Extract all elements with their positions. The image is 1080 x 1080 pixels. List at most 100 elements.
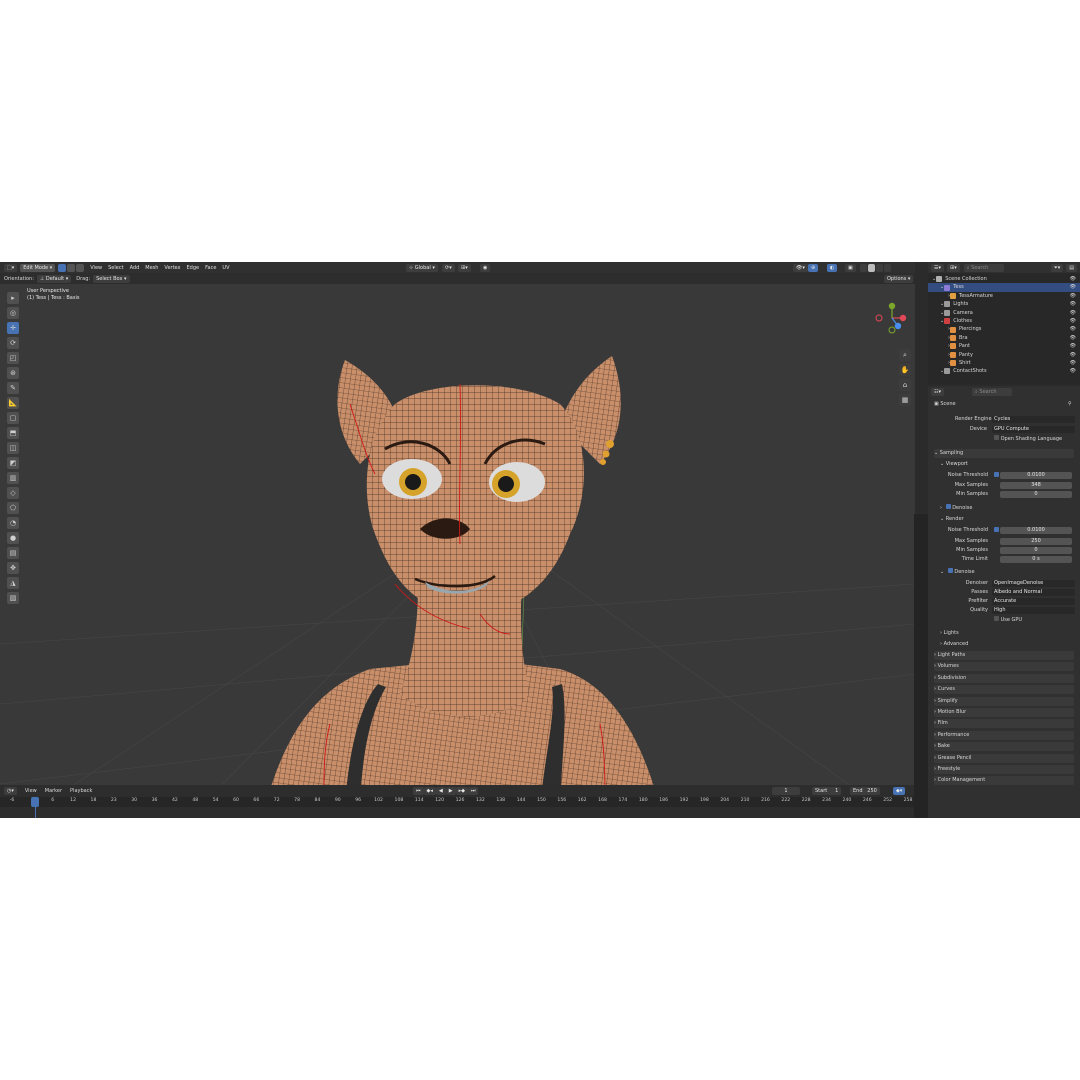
viewport-subpanel-header[interactable]: ⌄ Viewport (940, 460, 968, 468)
panel-header[interactable]: › Curves (934, 685, 1074, 695)
pivot-dropdown[interactable]: ⟳▾ (442, 263, 455, 272)
ortho-toggle-icon[interactable]: ▦ (899, 394, 911, 406)
visibility-eye-icon[interactable]: 👁 (1070, 334, 1076, 342)
current-frame-field[interactable]: 1 (772, 787, 800, 795)
prev-keyframe-icon[interactable]: ◆◂ (423, 787, 436, 795)
outliner-search[interactable]: ⌕ Search (963, 263, 1004, 272)
viewport-max-field[interactable]: 348 (1000, 482, 1072, 489)
menu-face[interactable]: Face (205, 265, 216, 271)
render-subpanel-header[interactable]: ⌄ Render (940, 515, 964, 523)
proportional-edit-button[interactable]: ◉ (480, 263, 491, 272)
visibility-dropdown[interactable]: 👁▾ (793, 263, 808, 272)
menu-mesh[interactable]: Mesh (145, 265, 158, 271)
render-noise-checkbox[interactable] (994, 527, 999, 532)
edge-select-button[interactable] (67, 263, 76, 272)
panel-header[interactable]: › Grease Pencil (934, 753, 1074, 763)
outliner-editor-button[interactable]: ☰▾ (931, 263, 944, 272)
panel-header[interactable]: › Subdivision (934, 673, 1074, 683)
cursor-tool-icon[interactable]: ◎ (7, 307, 19, 319)
panel-header[interactable]: › Freestyle (934, 765, 1074, 774)
denoiser-dropdown[interactable]: OpenImageDenoise (992, 580, 1075, 587)
overlay-toggle[interactable]: ◐ (827, 263, 838, 272)
scale-tool-icon[interactable]: ◰ (7, 352, 19, 364)
rip-tool-icon[interactable]: ▧ (7, 592, 19, 604)
render-noise-field[interactable]: 0.0100 (1000, 527, 1072, 534)
time-limit-field[interactable]: 0 s (1000, 556, 1072, 563)
sampling-panel-header[interactable]: ⌄ Sampling (934, 449, 1074, 458)
viewport-noise-checkbox[interactable] (994, 472, 999, 477)
outliner-item[interactable]: › Piercings 👁 (928, 325, 1080, 333)
zoom-icon[interactable]: ⌕ (899, 349, 911, 361)
visibility-eye-icon[interactable]: 👁 (1070, 325, 1076, 333)
measure-tool-icon[interactable]: 📐 (7, 397, 19, 409)
outliner-item[interactable]: › Panty 👁 (928, 351, 1080, 359)
3d-viewport[interactable]: User Perspective (1) Tess | Tess : Basis… (0, 284, 915, 807)
panel-header[interactable]: › Light Paths (934, 651, 1074, 660)
vertex-select-button[interactable] (58, 263, 67, 272)
panel-header[interactable]: › Motion Blur (934, 708, 1074, 717)
shear-tool-icon[interactable]: ◮ (7, 577, 19, 589)
panel-header[interactable]: › Bake (934, 742, 1074, 752)
render-min-field[interactable]: 0 (1000, 547, 1072, 554)
render-denoise-header[interactable]: ⌄ Denoise (940, 568, 975, 576)
mode-dropdown[interactable]: Edit Mode ▾ (20, 263, 56, 272)
knife-tool-icon[interactable]: ◇ (7, 487, 19, 499)
frame-ruler[interactable]: -616121823303642485460667278849096102108… (0, 797, 915, 807)
orientation-dropdown[interactable]: ⊥ Default ▾ (36, 274, 72, 283)
visibility-eye-icon[interactable]: 👁 (1070, 351, 1076, 359)
menu-uv[interactable]: UV (222, 265, 229, 271)
visibility-eye-icon[interactable]: 👁 (1070, 309, 1076, 317)
rendered-shading-button[interactable] (884, 263, 891, 272)
viewport-min-field[interactable]: 0 (1000, 491, 1072, 498)
properties-editor-button[interactable]: ☷▾ (931, 387, 944, 396)
editor-type-button[interactable]: ⬚▾ (4, 263, 18, 272)
shrink-fatten-tool-icon[interactable]: ✥ (7, 562, 19, 574)
spin-tool-icon[interactable]: ◔ (7, 517, 19, 529)
viewport-noise-field[interactable]: 0.0100 (1000, 472, 1072, 479)
advanced-subpanel-header[interactable]: › Advanced (940, 640, 968, 648)
render-denoise-checkbox[interactable] (947, 568, 953, 573)
move-tool-icon[interactable]: ✛ (7, 322, 19, 334)
bevel-tool-icon[interactable]: ◩ (7, 457, 19, 469)
visibility-eye-icon[interactable]: 👁 (1070, 300, 1076, 308)
visibility-eye-icon[interactable]: 👁 (1070, 275, 1076, 283)
viewport-denoise-checkbox[interactable] (945, 504, 951, 509)
render-engine-dropdown[interactable]: Cycles (992, 416, 1075, 423)
outliner-item[interactable]: › Bra 👁 (928, 334, 1080, 342)
outliner-item[interactable]: › Pant 👁 (928, 342, 1080, 350)
new-collection-icon[interactable]: ▤ (1066, 263, 1077, 272)
edge-slide-tool-icon[interactable]: ▤ (7, 547, 19, 559)
outliner-item[interactable]: ⌄ Lights 👁 (928, 300, 1080, 308)
material-shading-button[interactable] (876, 263, 883, 272)
menu-add[interactable]: Add (130, 265, 140, 271)
outliner-item[interactable]: › TessArmature 👁 (928, 292, 1080, 300)
timeline-editor-button[interactable]: ◷▾ (4, 786, 17, 795)
osl-checkbox-box[interactable] (994, 435, 999, 440)
solid-shading-button[interactable] (868, 263, 875, 272)
outliner-item[interactable]: › Shirt 👁 (928, 359, 1080, 367)
display-mode-dropdown[interactable]: ⊞▾ (947, 263, 960, 272)
outliner-item[interactable]: ⌄ Clothes 👁 (928, 317, 1080, 325)
select-tool-icon[interactable]: ▸ (7, 292, 19, 304)
add-cube-tool-icon[interactable]: ▢ (7, 412, 19, 424)
outliner-item[interactable]: ⌄ Tess 👁 (928, 283, 1080, 292)
device-dropdown[interactable]: GPU Compute (992, 426, 1075, 433)
render-max-field[interactable]: 250 (1000, 538, 1072, 545)
gizmo-toggle[interactable]: ⊕ (808, 263, 819, 272)
menu-edge[interactable]: Edge (187, 265, 200, 271)
drag-dropdown[interactable]: Select Box ▾ (93, 274, 130, 283)
jump-end-icon[interactable]: ⏭ (467, 787, 479, 795)
annotate-tool-icon[interactable]: ✎ (7, 382, 19, 394)
outliner-item[interactable]: ⌄ Scene Collection 👁 (928, 275, 1080, 283)
menu-view[interactable]: View (90, 265, 102, 271)
transform-orientation-dropdown[interactable]: ⊹ Global ▾ (406, 263, 438, 272)
visibility-eye-icon[interactable]: 👁 (1070, 292, 1076, 300)
visibility-eye-icon[interactable]: 👁 (1070, 283, 1076, 291)
options-dropdown[interactable]: Options ▾ (884, 274, 914, 283)
osl-checkbox[interactable]: Open Shading Language (992, 435, 1062, 443)
passes-dropdown[interactable]: Albedo and Normal (992, 589, 1075, 596)
play-icon[interactable]: ▶ (445, 787, 456, 795)
visibility-eye-icon[interactable]: 👁 (1070, 367, 1076, 375)
menu-vertex[interactable]: Vertex (164, 265, 180, 271)
end-frame-field[interactable]: End 250 (850, 787, 880, 795)
